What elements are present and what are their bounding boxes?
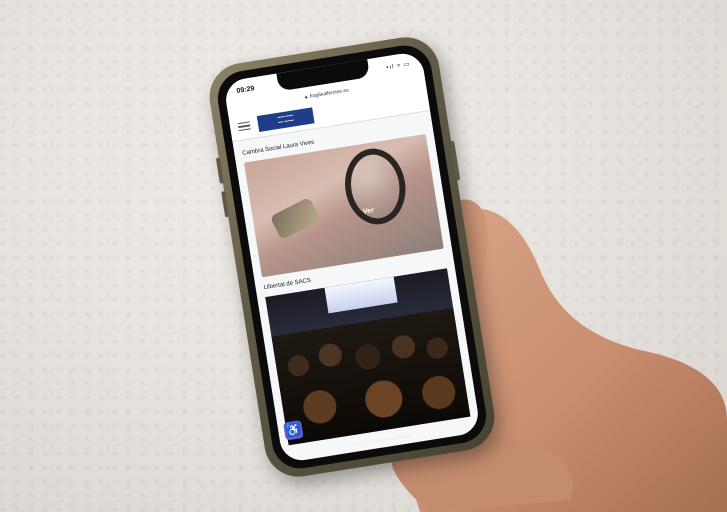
accessibility-icon[interactable]: ♿ bbox=[283, 420, 304, 441]
section-image-1[interactable]: Ver bbox=[243, 133, 444, 278]
section-image-2[interactable] bbox=[265, 268, 471, 446]
hamburger-menu-icon[interactable] bbox=[237, 121, 251, 132]
stage-screen bbox=[324, 276, 398, 314]
status-time: 09:29 bbox=[236, 84, 255, 95]
stone-object bbox=[269, 196, 321, 240]
site-logo[interactable]: ━━━ ━━━ ━━ ━━━━ bbox=[256, 107, 315, 132]
status-icons: •ıl ≈ ▭ bbox=[385, 61, 411, 71]
magnifying-glass bbox=[339, 144, 411, 229]
